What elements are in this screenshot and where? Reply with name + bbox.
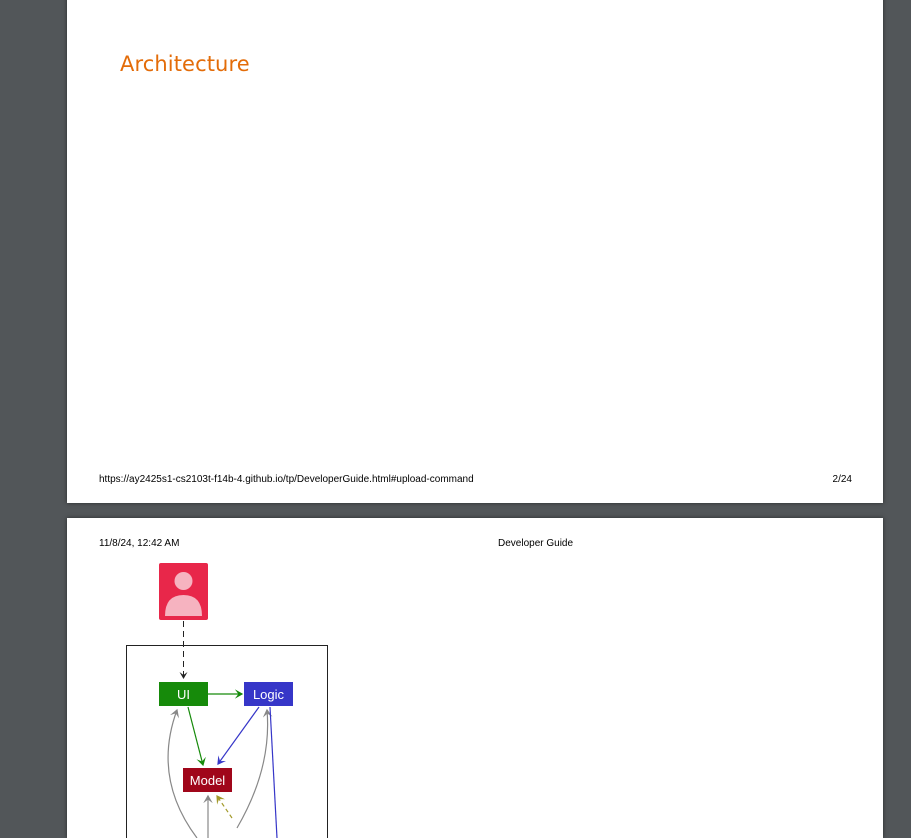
model-component: Model (183, 768, 232, 792)
page-footer-number: 2/24 (833, 474, 852, 485)
ui-component: UI (159, 682, 208, 706)
pdf-page-2: Architecture https://ay2425s1-cs2103t-f1… (67, 0, 883, 503)
logic-component: Logic (244, 682, 293, 706)
user-icon (159, 563, 208, 620)
app-boundary-box (127, 646, 328, 838)
section-heading-architecture: Architecture (120, 52, 250, 76)
page-footer-url: https://ay2425s1-cs2103t-f14b-4.github.i… (99, 474, 474, 485)
pdf-page-3: 11/8/24, 12:42 AM Developer Guide (67, 518, 883, 838)
ui-label: UI (177, 687, 190, 702)
model-label: Model (190, 773, 226, 788)
logic-label: Logic (253, 687, 285, 702)
architecture-diagram: UI Logic Model (67, 518, 883, 838)
